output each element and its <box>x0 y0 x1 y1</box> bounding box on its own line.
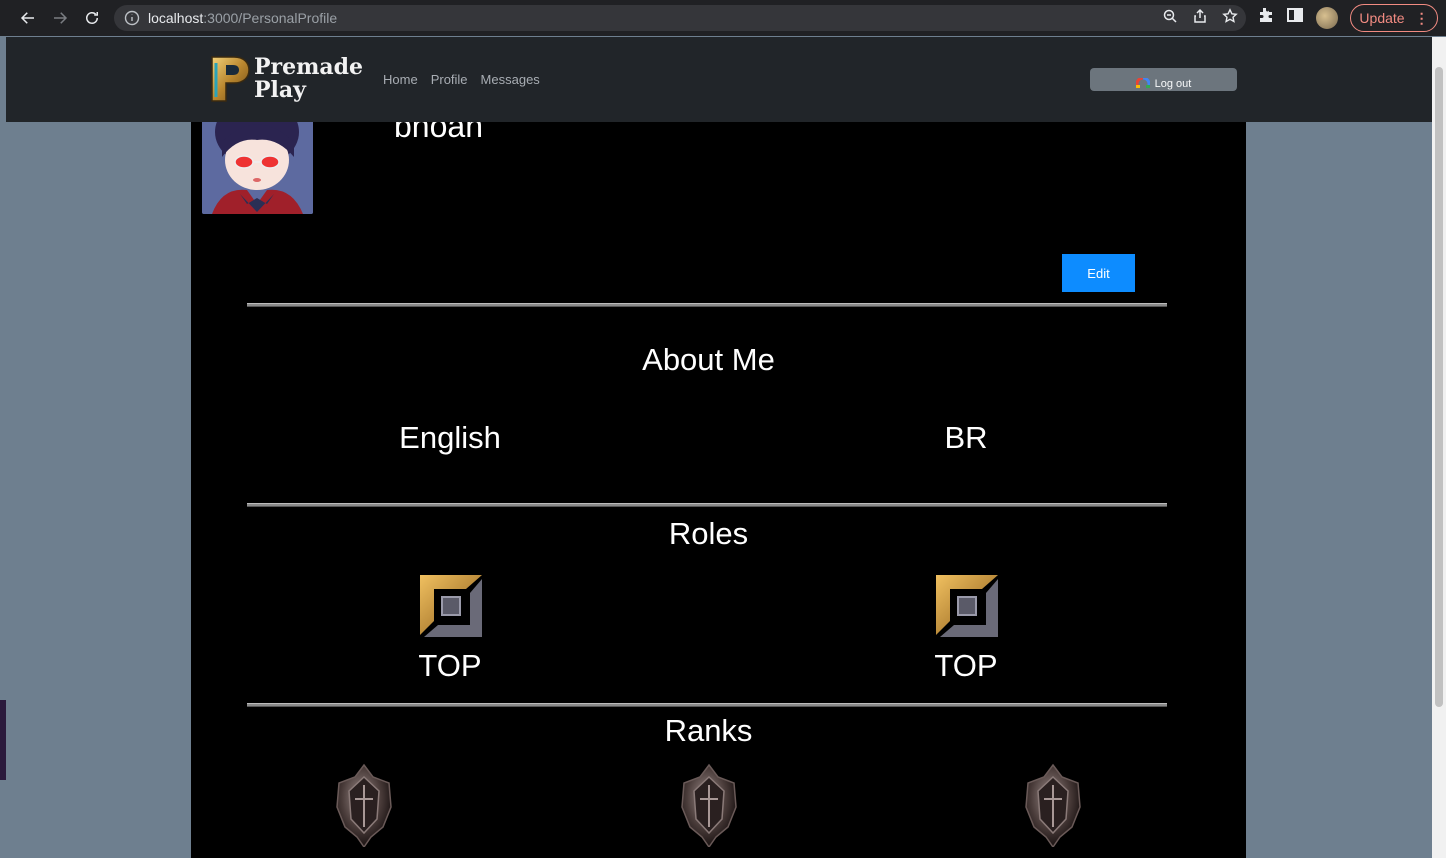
role-label: TOP <box>934 648 998 683</box>
premade-play-logo[interactable]: Premade Play <box>206 53 363 105</box>
top-role-icon <box>936 575 998 637</box>
about-me-title: About Me <box>642 342 775 377</box>
bookmark-star-icon[interactable] <box>1222 7 1238 29</box>
site-info-icon[interactable] <box>124 10 140 26</box>
section-divider <box>247 303 1167 307</box>
profile-panel: bnoan Edit About Me English BR Roles TOP… <box>191 122 1246 858</box>
language-text: English <box>399 420 501 455</box>
logo-p-icon <box>211 56 250 102</box>
iron-rank-emblem-icon <box>1025 763 1081 847</box>
extensions-puzzle-icon[interactable] <box>1256 6 1274 29</box>
top-role-icon <box>420 575 482 637</box>
url-host: localhost <box>148 10 204 26</box>
address-bar[interactable]: localhost:3000/PersonalProfile <box>114 5 1246 31</box>
logo-line2: Play <box>254 77 306 103</box>
forward-arrow-icon[interactable] <box>46 4 74 32</box>
logout-button[interactable]: Log out <box>1090 68 1237 91</box>
url-path: :3000/PersonalProfile <box>203 10 338 26</box>
side-panel-icon[interactable] <box>1286 6 1304 29</box>
region-text: BR <box>944 420 988 455</box>
profile-username: bnoan <box>394 122 483 144</box>
scrollbar-thumb[interactable] <box>1435 67 1443 707</box>
share-icon[interactable] <box>1192 8 1208 29</box>
back-arrow-icon[interactable] <box>14 4 42 32</box>
reload-icon[interactable] <box>78 4 106 32</box>
logout-label: Log out <box>1154 78 1192 90</box>
nav-link-profile[interactable]: Profile <box>431 72 468 87</box>
google-logo-icon <box>1135 78 1150 88</box>
site-navbar: Premade Play Home Profile Messages Log o… <box>6 37 1432 122</box>
section-divider <box>247 703 1167 707</box>
zoom-icon[interactable] <box>1162 8 1178 29</box>
logo-line1: Premade <box>254 54 364 80</box>
nav-link-home[interactable]: Home <box>383 72 418 87</box>
section-divider <box>247 503 1167 507</box>
browser-update-button[interactable]: Update ⋮ <box>1350 4 1438 32</box>
ranks-title: Ranks <box>664 713 753 748</box>
background-sliver <box>0 700 6 780</box>
iron-rank-emblem-icon <box>336 763 392 847</box>
update-label: Update <box>1359 10 1405 26</box>
browser-profile-avatar[interactable] <box>1316 6 1338 29</box>
iron-rank-emblem-icon <box>681 763 737 847</box>
role-label: TOP <box>418 648 482 683</box>
profile-avatar[interactable] <box>202 122 313 214</box>
edit-profile-button[interactable]: Edit <box>1062 254 1135 292</box>
browser-toolbar: localhost:3000/PersonalProfile Update ⋮ <box>0 0 1446 36</box>
nav-link-messages[interactable]: Messages <box>481 72 540 87</box>
page-scrollbar[interactable] <box>1432 37 1446 858</box>
roles-title: Roles <box>668 516 749 551</box>
menu-kebab-icon[interactable]: ⋮ <box>1415 10 1429 27</box>
